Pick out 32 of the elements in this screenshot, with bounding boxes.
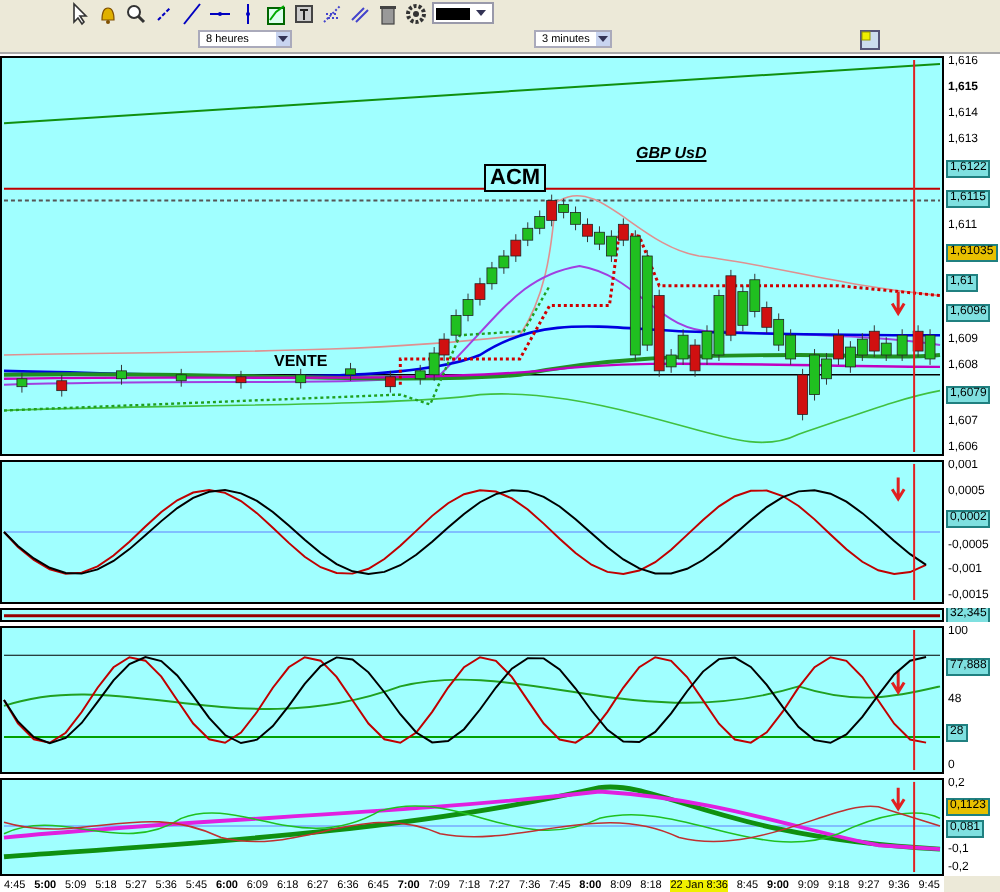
candlestick xyxy=(175,368,187,388)
gear-icon[interactable] xyxy=(404,1,428,25)
bell-icon[interactable] xyxy=(96,1,120,25)
trash-icon[interactable] xyxy=(376,1,400,25)
magnifier-icon[interactable] xyxy=(124,1,148,25)
down-arrow-icon xyxy=(890,290,906,317)
text-tool-icon[interactable] xyxy=(292,1,316,25)
chart-annotation: ACM xyxy=(484,164,547,192)
candlestick xyxy=(384,370,396,394)
chart-annotation: GBP UsD xyxy=(636,144,707,162)
down-arrow-icon xyxy=(890,786,906,812)
caret-icon xyxy=(596,32,610,46)
chart-annotation: VENTE xyxy=(272,352,330,370)
candlestick xyxy=(345,362,356,382)
down-arrow-icon xyxy=(890,476,906,502)
chart-edit-icon[interactable] xyxy=(264,1,288,25)
candlestick xyxy=(295,368,307,390)
candlestick xyxy=(16,372,28,394)
candlestick xyxy=(56,374,68,398)
channel-icon[interactable] xyxy=(348,1,372,25)
candlestick xyxy=(116,364,127,386)
pointer-icon[interactable] xyxy=(68,1,92,25)
cursor-line xyxy=(913,628,916,772)
cursor-line xyxy=(913,780,916,874)
candlestick xyxy=(235,370,247,390)
layout-icon[interactable] xyxy=(860,29,880,49)
color-picker[interactable] xyxy=(432,2,494,24)
caret-icon xyxy=(276,32,290,46)
down-arrow-icon xyxy=(890,669,906,696)
candlestick xyxy=(896,328,908,362)
diagonal-line-icon[interactable] xyxy=(180,1,204,25)
cursor-line xyxy=(913,462,916,602)
